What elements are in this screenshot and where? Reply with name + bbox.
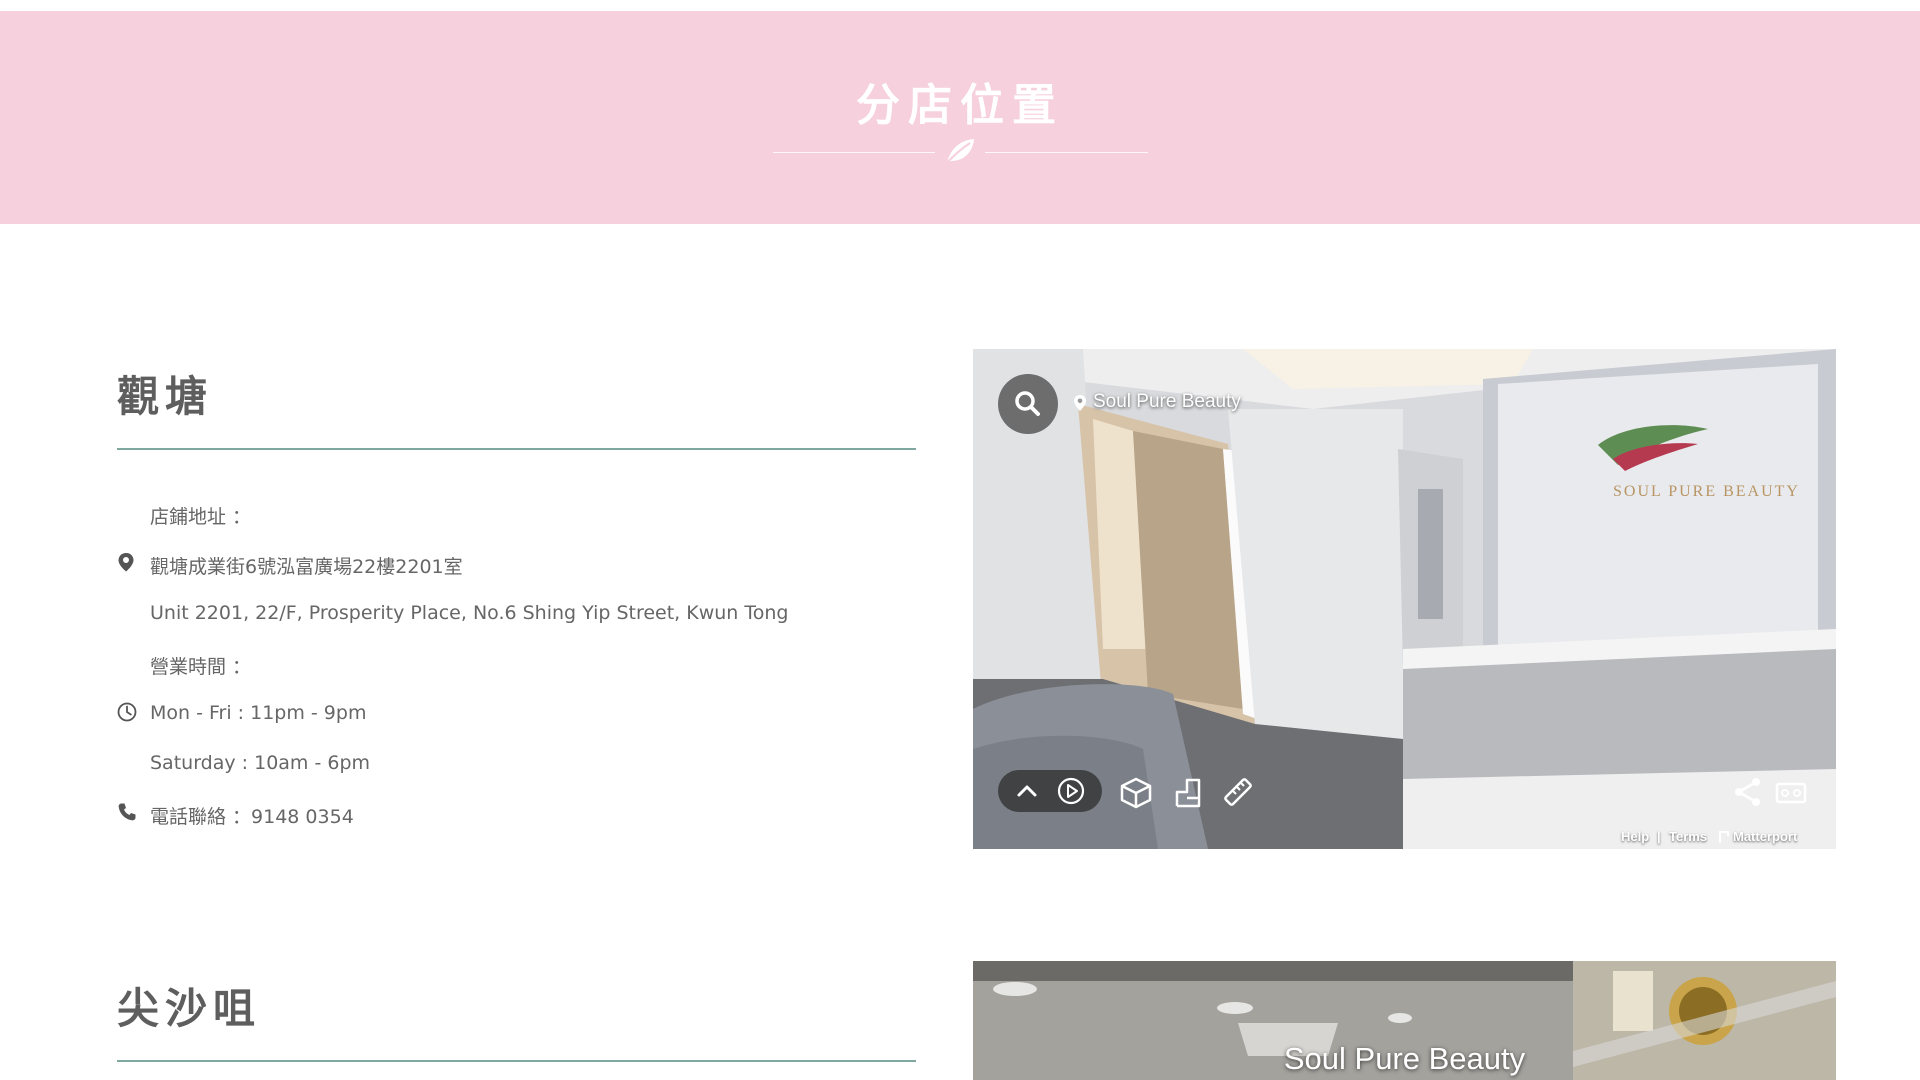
page-title: 分店位置 xyxy=(856,80,1064,131)
top-strip xyxy=(0,0,1920,11)
virtual-tour-tsim-sha-tsui[interactable]: Soul Pure Beauty xyxy=(973,961,1836,1080)
clock-icon xyxy=(117,702,137,722)
address-label: 店鋪地址 ： xyxy=(150,506,252,528)
hours-saturday: Saturday : 10am - 6pm xyxy=(150,752,371,774)
banner-divider-right xyxy=(985,152,1148,153)
location-pin-icon xyxy=(1074,395,1086,411)
branch-divider-tsim-sha-tsui xyxy=(117,1060,916,1062)
branch-title-kwun-tong: 觀塘 xyxy=(117,372,214,421)
matterport-icon xyxy=(1719,831,1729,843)
tour-logo-text: SOUL PURE BEAUTY xyxy=(1613,483,1800,500)
search-icon xyxy=(1015,391,1040,416)
branch-title-tsim-sha-tsui: 尖沙咀 xyxy=(117,984,262,1033)
tour-terms-link[interactable]: Terms xyxy=(1669,829,1707,844)
banner-divider-left xyxy=(773,152,935,153)
tour-footer-separator: | xyxy=(1657,829,1661,844)
chevron-up-icon[interactable] xyxy=(1012,776,1042,806)
leaf-icon xyxy=(944,139,974,166)
page-banner: 分店位置 xyxy=(0,11,1920,224)
location-pin-icon xyxy=(118,553,134,572)
tour-playback-controls xyxy=(998,770,1102,812)
branch-divider-kwun-tong xyxy=(117,448,916,450)
tour-search-button[interactable] xyxy=(998,374,1058,434)
vr-icon[interactable] xyxy=(1773,774,1809,810)
virtual-tour-kwun-tong[interactable]: SOUL PURE BEAUTY Soul Pure Beauty Help |… xyxy=(973,349,1836,849)
tour-place-name[interactable]: Soul Pure Beauty xyxy=(1093,391,1241,413)
phone-number: 電話聯絡 ：9148 0354 xyxy=(150,806,354,828)
tour-caption[interactable]: Soul Pure Beauty xyxy=(973,1041,1836,1077)
tour-help-link[interactable]: Help xyxy=(1621,829,1649,844)
hours-weekday: Mon - Fri : 11pm - 9pm xyxy=(150,702,367,724)
address-english: Unit 2201, 22/F, Prosperity Place, No.6 … xyxy=(150,602,789,624)
floorplan-icon[interactable] xyxy=(1169,774,1205,810)
dollhouse-icon[interactable] xyxy=(1118,774,1154,810)
measure-icon[interactable] xyxy=(1220,774,1256,810)
tour-scene-image: SOUL PURE BEAUTY xyxy=(973,349,1836,849)
address-chinese: 觀塘成業街6號泓富廣場22樓2201室 xyxy=(150,556,463,578)
play-icon[interactable] xyxy=(1056,776,1086,806)
hours-label: 營業時間 ： xyxy=(150,656,252,678)
share-icon[interactable] xyxy=(1730,774,1766,810)
phone-icon xyxy=(118,803,136,821)
tour-matterport-link[interactable]: Matterport xyxy=(1733,829,1797,844)
